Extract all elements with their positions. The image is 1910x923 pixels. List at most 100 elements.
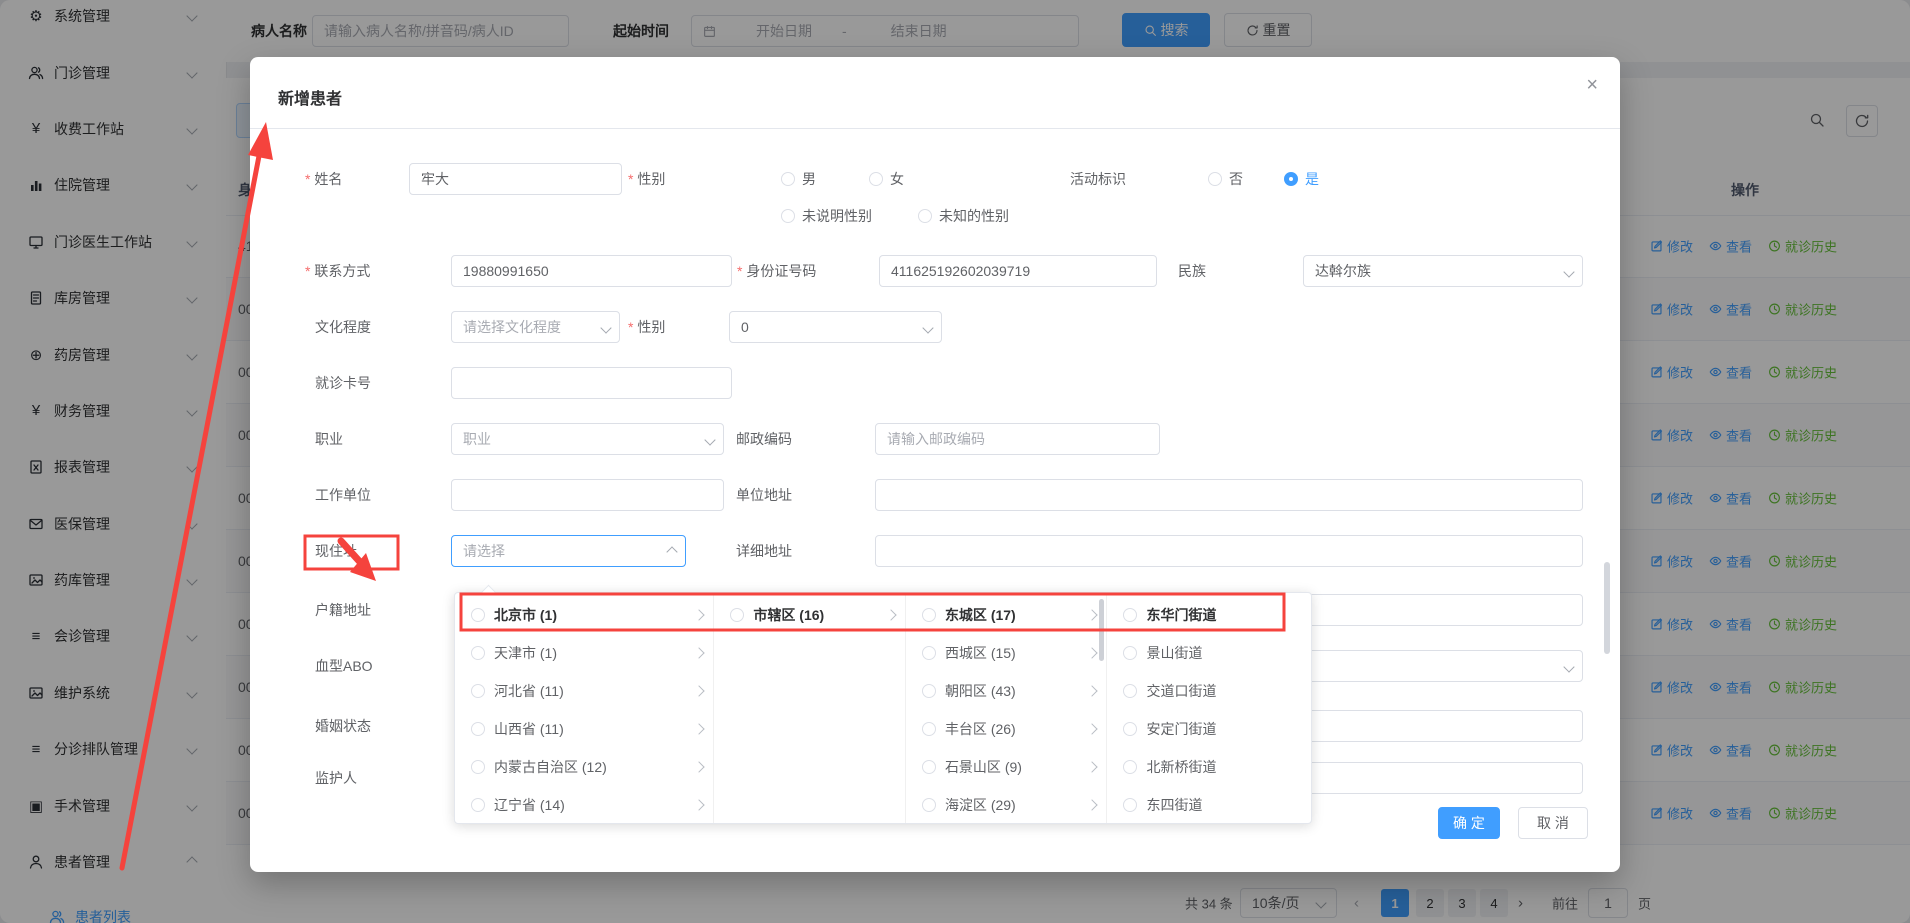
card-no-input[interactable]: [451, 367, 732, 399]
column-scrollbar[interactable]: [1099, 599, 1104, 661]
cascade-option-jiaodaokou[interactable]: 交道口街道: [1107, 672, 1311, 710]
name-input[interactable]: 牢大: [409, 163, 622, 195]
cancel-button[interactable]: 取 消: [1518, 807, 1588, 839]
contact-input[interactable]: 19880991650: [451, 255, 732, 287]
modal-header-divider: [250, 128, 1620, 129]
marital-label: 婚姻状态: [315, 716, 371, 736]
detail-address-input[interactable]: [875, 535, 1583, 567]
cascade-province-column: 北京市 (1) 天津市 (1) 河北省 (11) 山西省 (11) 内蒙古自治区…: [455, 593, 714, 823]
household-address-label: 户籍地址: [315, 600, 371, 620]
postcode-label: 邮政编码: [736, 429, 792, 449]
radio-icon: [918, 209, 932, 223]
ethnicity-select[interactable]: 达斡尔族: [1303, 255, 1583, 287]
cascade-option-neimenggu[interactable]: 内蒙古自治区 (12): [455, 748, 713, 786]
employer-address-input[interactable]: [875, 479, 1583, 511]
chevron-up-icon: [666, 546, 677, 557]
cascade-option-shanxi[interactable]: 山西省 (11): [455, 710, 713, 748]
address-cascade-panel: 北京市 (1) 天津市 (1) 河北省 (11) 山西省 (11) 内蒙古自治区…: [454, 592, 1312, 824]
radio-icon: [922, 722, 936, 736]
chevron-down-icon: [600, 322, 611, 333]
chevron-right-icon: [1087, 647, 1098, 658]
name-label: 姓名: [305, 169, 342, 189]
cascade-option-andingmen[interactable]: 安定门街道: [1107, 710, 1311, 748]
chevron-right-icon: [694, 723, 705, 734]
card-no-label: 就诊卡号: [315, 373, 371, 393]
cascade-option-chaoyang[interactable]: 朝阳区 (43): [906, 672, 1107, 710]
cascade-option-dongsi[interactable]: 东四街道: [1107, 786, 1311, 824]
radio-icon: [471, 684, 485, 698]
cascade-city-column: 市辖区 (16): [714, 593, 906, 823]
occupation-select[interactable]: 职业: [451, 423, 724, 455]
cascade-option-beijing[interactable]: 北京市 (1): [455, 596, 713, 634]
active-yes-radio[interactable]: 是: [1284, 169, 1319, 189]
modal-title: 新增患者: [278, 85, 342, 109]
cascade-option-xicheng[interactable]: 西城区 (15): [906, 634, 1107, 672]
gender-radio-label: 性别: [628, 169, 665, 189]
cascade-option-liaoning[interactable]: 辽宁省 (14): [455, 786, 713, 824]
radio-icon: [1123, 608, 1137, 622]
current-address-label: 现住址: [315, 541, 357, 561]
modal-scrollbar[interactable]: [1604, 562, 1610, 654]
chevron-down-icon: [922, 322, 933, 333]
gender-code-label: 性别: [628, 317, 665, 337]
active-no-radio[interactable]: 否: [1208, 169, 1243, 189]
contact-label: 联系方式: [305, 261, 370, 281]
employer-input[interactable]: [451, 479, 724, 511]
education-select[interactable]: 请选择文化程度: [451, 311, 620, 343]
employer-address-label: 单位地址: [736, 485, 792, 505]
cascade-option-haidian[interactable]: 海淀区 (29): [906, 786, 1107, 824]
cascade-option-jingshan[interactable]: 景山街道: [1107, 634, 1311, 672]
current-address-cascader[interactable]: 请选择: [451, 535, 686, 567]
chevron-right-icon: [694, 799, 705, 810]
gender-female-radio[interactable]: 女: [869, 169, 904, 189]
education-label: 文化程度: [315, 317, 371, 337]
radio-icon: [922, 760, 936, 774]
radio-icon: [781, 209, 795, 223]
gender-unknown-radio[interactable]: 未知的性别: [918, 206, 1009, 226]
chevron-right-icon: [694, 609, 705, 620]
cascade-street-column: 东华门街道 景山街道 交道口街道 安定门街道 北新桥街道 东四街道: [1107, 593, 1311, 823]
occupation-label: 职业: [315, 429, 343, 449]
chevron-down-icon: [704, 434, 715, 445]
cascade-option-fengtai[interactable]: 丰台区 (26): [906, 710, 1107, 748]
cascade-option-shijingshan[interactable]: 石景山区 (9): [906, 748, 1107, 786]
cascade-district-column: 东城区 (17) 西城区 (15) 朝阳区 (43) 丰台区 (26) 石景山区…: [906, 593, 1108, 823]
confirm-button[interactable]: 确 定: [1438, 807, 1500, 839]
radio-icon: [471, 646, 485, 660]
chevron-right-icon: [1087, 799, 1098, 810]
radio-icon: [1123, 646, 1137, 660]
cascade-option-donghuamen[interactable]: 东华门街道: [1107, 596, 1311, 634]
radio-icon: [1208, 172, 1222, 186]
radio-icon: [471, 798, 485, 812]
id-number-input[interactable]: 411625192602039719: [879, 255, 1157, 287]
radio-icon: [1123, 684, 1137, 698]
employer-label: 工作单位: [315, 485, 371, 505]
radio-icon: [781, 172, 795, 186]
cascade-option-beixinqiao[interactable]: 北新桥街道: [1107, 748, 1311, 786]
radio-icon: [922, 646, 936, 660]
chevron-down-icon: [1563, 661, 1574, 672]
cascade-option-shixiaqu[interactable]: 市辖区 (16): [714, 596, 905, 634]
id-number-label: 身份证号码: [737, 261, 816, 281]
gender-unstated-radio[interactable]: 未说明性别: [781, 206, 872, 226]
chevron-right-icon: [694, 647, 705, 658]
cascade-option-tianjin[interactable]: 天津市 (1): [455, 634, 713, 672]
radio-icon: [730, 608, 744, 622]
radio-icon: [471, 760, 485, 774]
chevron-right-icon: [1087, 685, 1098, 696]
gender-code-select[interactable]: 0: [729, 311, 942, 343]
close-icon[interactable]: ×: [1586, 75, 1598, 95]
radio-icon: [922, 798, 936, 812]
gender-male-radio[interactable]: 男: [781, 169, 816, 189]
radio-icon: [471, 608, 485, 622]
chevron-right-icon: [885, 609, 896, 620]
radio-icon: [471, 722, 485, 736]
radio-icon: [1123, 722, 1137, 736]
ethnicity-label: 民族: [1178, 261, 1206, 281]
chevron-right-icon: [694, 761, 705, 772]
cascade-option-hebei[interactable]: 河北省 (11): [455, 672, 713, 710]
cascade-option-dongcheng[interactable]: 东城区 (17): [906, 596, 1107, 634]
chevron-right-icon: [694, 685, 705, 696]
radio-checked-icon: [1284, 172, 1298, 186]
postcode-input[interactable]: 请输入邮政编码: [875, 423, 1160, 455]
